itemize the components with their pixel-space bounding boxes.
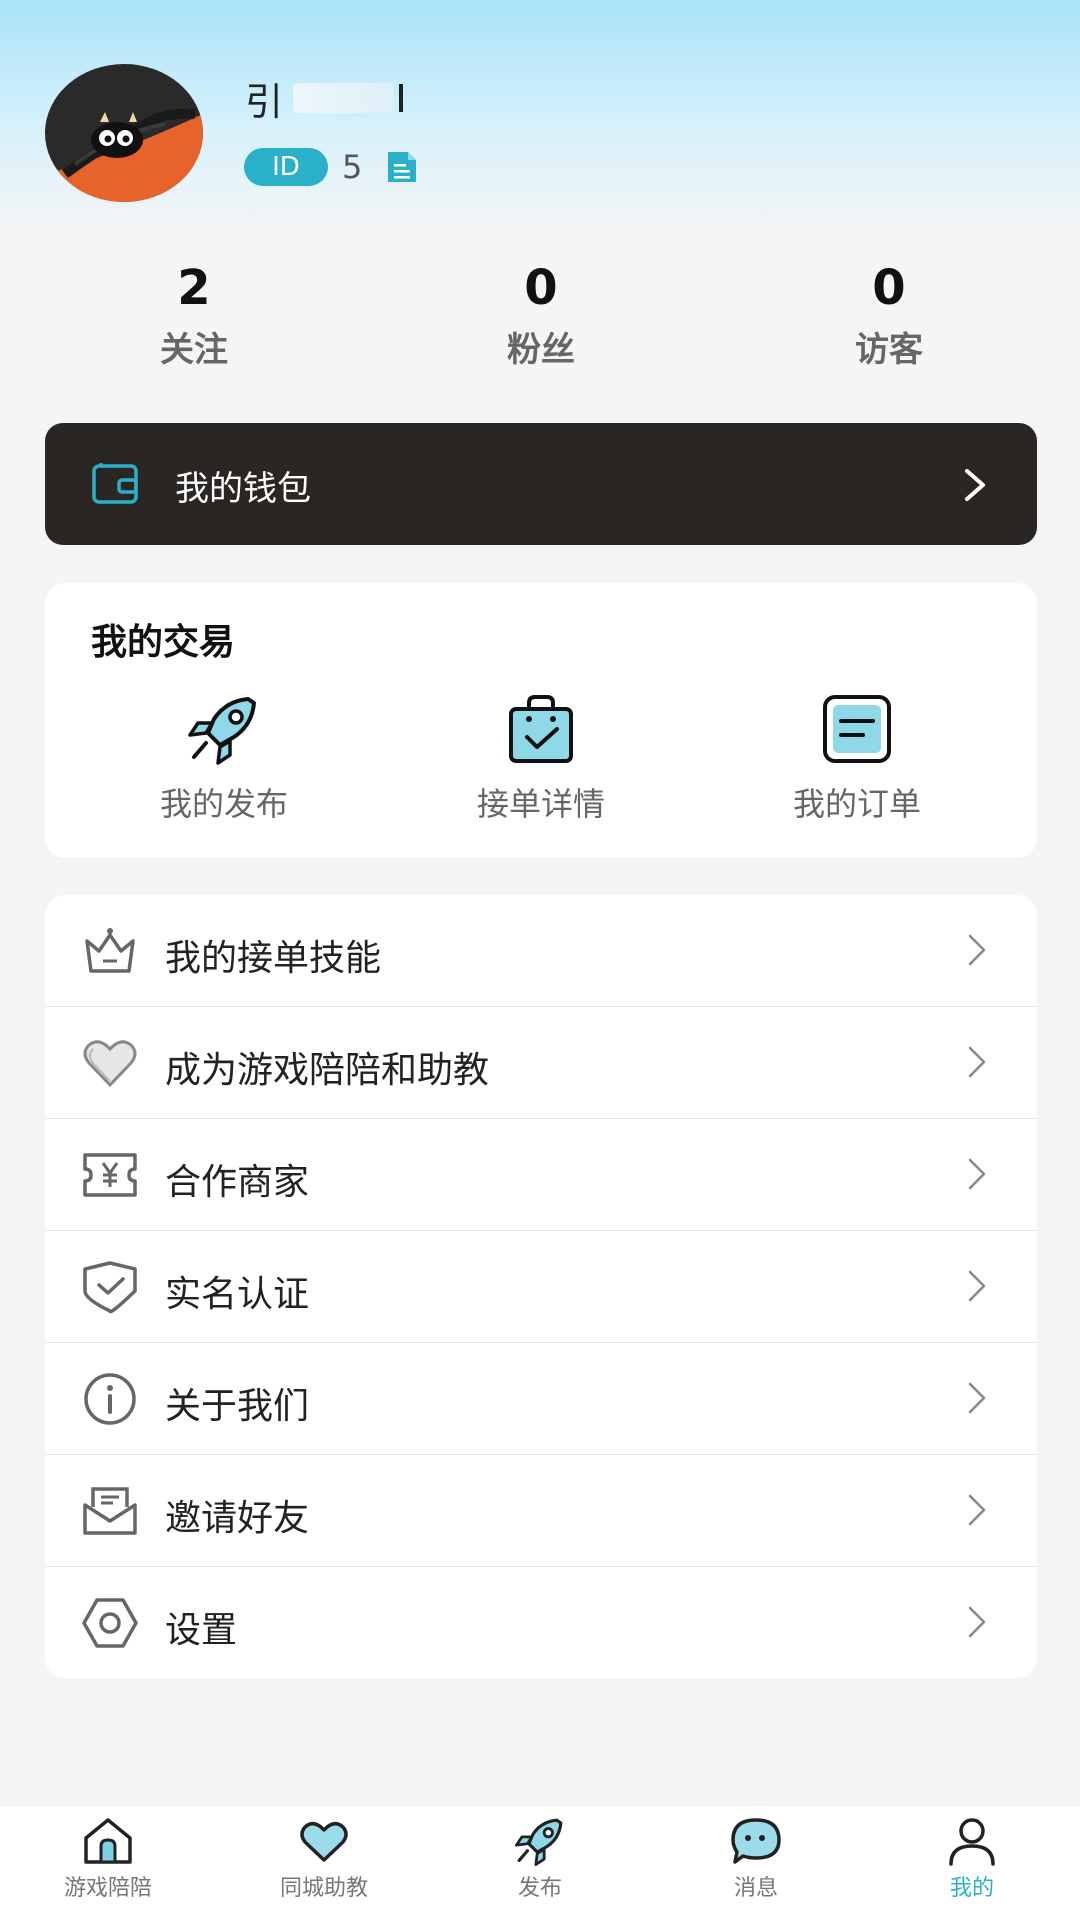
nav-label: 消息 [733,1876,778,1901]
menu-item-partner-merchants[interactable]: 合作商家 [45,1119,1037,1231]
heart-icon [83,1040,137,1088]
trade-item-order-details[interactable]: 接单详情 [441,693,641,825]
trade-item-label: 我的发布 [159,785,288,823]
heart-icon [300,1821,348,1862]
menu-item-skills[interactable]: 我的接单技能 [45,895,1037,1007]
stat-visitors[interactable]: 0 访客 [789,258,989,371]
shield-check-icon [83,1261,137,1314]
stat-following[interactable]: 2 关注 [94,258,294,371]
stat-fans[interactable]: 0 粉丝 [441,258,641,371]
menu-item-real-name-verify[interactable]: 实名认证 [45,1231,1037,1343]
stat-label: 关注 [160,330,228,370]
stat-value: 0 [524,260,558,316]
chevron-right-icon [968,1382,986,1414]
chevron-right-icon [968,1270,986,1302]
trade-item-my-orders[interactable]: 我的订单 [757,693,957,825]
id-value: 5 [342,148,363,186]
stat-value: 0 [872,260,906,316]
menu-item-invite-friends[interactable]: 邀请好友 [45,1455,1037,1567]
yen-ticket-icon [83,1153,137,1197]
nav-label: 同城助教 [279,1876,368,1901]
wallet-label: 我的钱包 [175,469,311,509]
shopping-bag-icon [509,695,573,763]
chevron-right-icon [968,1606,986,1638]
menu-item-become-companion[interactable]: 成为游戏陪陪和助教 [45,1007,1037,1119]
nav-tab-publish[interactable]: 发布 [450,1816,630,1902]
user-icon [949,1818,995,1866]
menu-item-about-us[interactable]: 关于我们 [45,1343,1037,1455]
nav-tab-me[interactable]: 我的 [882,1816,1062,1902]
trade-item-label: 接单详情 [476,785,605,823]
nav-tab-local-assistant[interactable]: 同城助教 [234,1816,414,1902]
nav-tab-messages[interactable]: 消息 [666,1816,846,1902]
username: 引 [245,78,404,124]
menu-item-settings[interactable]: 设置 [45,1567,1037,1678]
wallet-icon [92,463,138,504]
menu-item-label: 成为游戏陪陪和助教 [165,1050,490,1091]
menu-item-label: 关于我们 [165,1386,310,1427]
trade-title: 我的交易 [91,622,236,663]
trade-item-label: 我的订单 [792,785,921,823]
copy-document-icon[interactable] [386,150,418,184]
nav-tab-game-companion[interactable]: 游戏陪陪 [18,1816,198,1902]
menu-item-label: 合作商家 [165,1162,310,1203]
stats-row: 2 关注 0 粉丝 0 访客 [0,258,1080,378]
nav-label: 发布 [517,1876,562,1901]
bottom-nav: 游戏陪陪 同城助教 发布 消息 我的 [0,1806,1080,1920]
nav-label: 游戏陪陪 [63,1876,152,1901]
menu-item-label: 设置 [165,1610,238,1651]
chevron-right-icon [968,1046,986,1078]
stat-value: 2 [177,260,211,316]
order-list-icon [823,695,891,763]
chevron-right-icon [965,469,985,501]
username-redacted-end [399,84,404,112]
chevron-right-icon [968,1494,986,1526]
menu-item-label: 邀请好友 [165,1498,310,1539]
username-text: 引 [245,79,284,124]
wallet-button[interactable]: 我的钱包 [45,423,1037,545]
settings-hexagon-icon [82,1598,138,1648]
chat-bubble-icon [731,1818,781,1864]
menu-item-label: 我的接单技能 [165,938,382,979]
mail-icon [83,1487,137,1535]
stat-label: 粉丝 [507,330,575,370]
my-trade-card: 我的交易 我的发布 接单详情 我的订单 [45,583,1037,858]
nav-label: 我的 [949,1876,994,1901]
settings-menu: 我的接单技能 成为游戏陪陪和助教 合作商家 实名认证 关于我们 邀请好友 设置 [45,895,1037,1678]
menu-item-label: 实名认证 [165,1274,310,1315]
username-redacted [293,83,394,113]
chevron-right-icon [968,934,986,966]
chevron-right-icon [968,1158,986,1190]
stat-label: 访客 [855,330,923,370]
home-icon [84,1818,132,1864]
id-badge: ID [244,148,328,186]
rocket-icon [515,1818,563,1866]
info-icon [84,1373,136,1425]
trade-item-my-posts[interactable]: 我的发布 [124,693,324,825]
crown-icon [85,928,135,973]
user-id-row: ID 5 [244,147,418,187]
rocket-icon [188,697,256,765]
avatar[interactable] [45,64,203,202]
